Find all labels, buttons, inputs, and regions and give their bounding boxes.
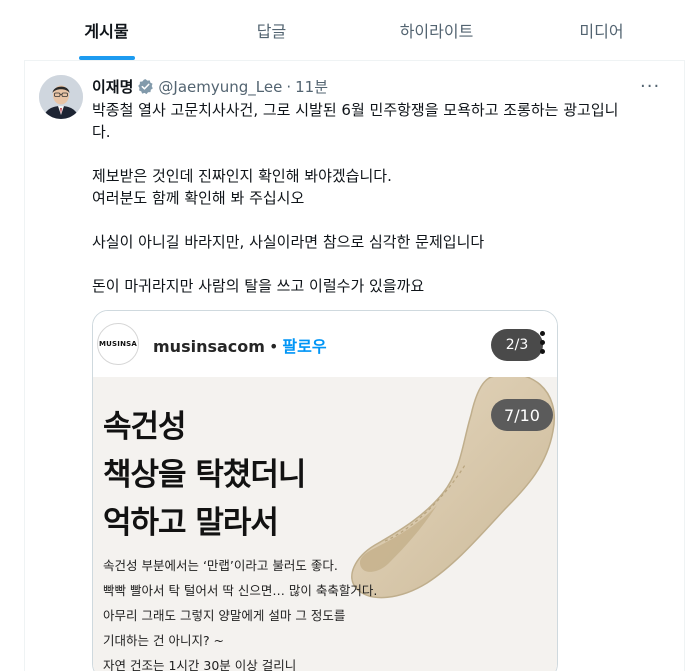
tweet-header: 이재명 @Jaemyung_Lee · 11분 <box>92 76 328 97</box>
tab-media[interactable]: 미디어 <box>519 0 684 60</box>
account-name: musinsacom <box>153 337 265 356</box>
profile-tabs: 게시물 답글 하이라이트 미디어 <box>24 0 684 60</box>
instagram-post-header: MUSINSA musinsacom • 팔로우 2/3 <box>93 311 557 377</box>
column-border-left <box>24 60 25 671</box>
ad-description-line: 빡빡 빨아서 탁 털어서 딱 신으면… 많이 축축할거다. <box>103 583 378 598</box>
tab-posts[interactable]: 게시물 <box>24 0 189 60</box>
handle[interactable]: @Jaemyung_Lee <box>158 78 282 96</box>
tab-posts-label: 게시물 <box>84 22 129 41</box>
divider <box>24 60 684 61</box>
tab-highlights-label: 하이라이트 <box>399 22 474 41</box>
tweet-text-line: 제보받은 것인데 진짜인지 확인해 봐야겠습니다. <box>92 167 392 185</box>
ad-description-line: 속건성 부분에서는 ‘만랩’이라고 불러도 좋다. <box>103 558 338 573</box>
ad-description: 속건성 부분에서는 ‘만랩’이라고 불러도 좋다. 빡빡 빨아서 탁 털어서 딱… <box>103 553 377 671</box>
ad-description-line: 아무리 그래도 그렇지 양말에게 설마 그 정도를 <box>103 608 346 623</box>
more-options-button[interactable]: ··· <box>640 76 660 97</box>
tab-replies[interactable]: 답글 <box>189 0 354 60</box>
tweet-text-line: 돈이 마귀라지만 사람의 탈을 쓰고 이럴수가 있을까요 <box>92 277 425 295</box>
avatar[interactable] <box>39 75 83 119</box>
account-separator: • <box>268 337 279 356</box>
verified-badge-icon <box>137 78 154 95</box>
follow-label: 팔로우 <box>282 337 327 356</box>
ad-headline-line: 속건성 <box>103 409 187 445</box>
instagram-account: musinsacom • 팔로우 <box>153 333 327 357</box>
ad-image: 7/10 속건성 책상을 탁쳤더니 억하고 말라서 속건성 부분에서는 ‘만랩’… <box>93 377 557 671</box>
timestamp[interactable]: 11분 <box>295 76 328 97</box>
attached-image[interactable]: MUSINSA musinsacom • 팔로우 2/3 7/10 속건성 책상을 … <box>92 310 558 671</box>
display-name[interactable]: 이재명 <box>92 76 133 97</box>
ad-headline-line: 책상을 탁쳤더니 <box>103 457 306 493</box>
musinsa-logo: MUSINSA <box>97 323 139 365</box>
separator-dot: · <box>286 77 292 96</box>
ad-headline: 속건성 책상을 탁쳤더니 억하고 말라서 <box>103 403 306 547</box>
tweet-text: 박종철 열사 고문치사사건, 그로 시발된 6월 민주항쟁을 모욕하고 조롱하는… <box>92 99 672 297</box>
avatar-portrait <box>39 75 83 119</box>
tweet-text-line: 다. <box>92 123 111 141</box>
tweet-text-line: 사실이 아니길 바라지만, 사실이라면 참으로 심각한 문제입니다 <box>92 233 485 251</box>
tab-replies-label: 답글 <box>256 22 287 41</box>
column-border-right <box>684 60 685 671</box>
tab-highlights[interactable]: 하이라이트 <box>354 0 519 60</box>
tweet-text-line: 박종철 열사 고문치사사건, 그로 시발된 6월 민주항쟁을 모욕하고 조롱하는… <box>92 101 619 119</box>
ad-headline-line: 억하고 말라서 <box>103 505 279 541</box>
tweet-text-line: 여러분도 함께 확인해 봐 주십시오 <box>92 189 305 207</box>
slide-counter: 7/10 <box>491 399 553 431</box>
carousel-counter: 2/3 <box>491 329 543 361</box>
ad-description-line: 자연 건조는 1시간 30분 이상 걸리니 <box>103 658 297 671</box>
tab-media-label: 미디어 <box>579 22 624 41</box>
ad-description-line: 기대하는 건 아니지? ~ <box>103 633 225 648</box>
kebab-menu-icon <box>539 331 545 354</box>
